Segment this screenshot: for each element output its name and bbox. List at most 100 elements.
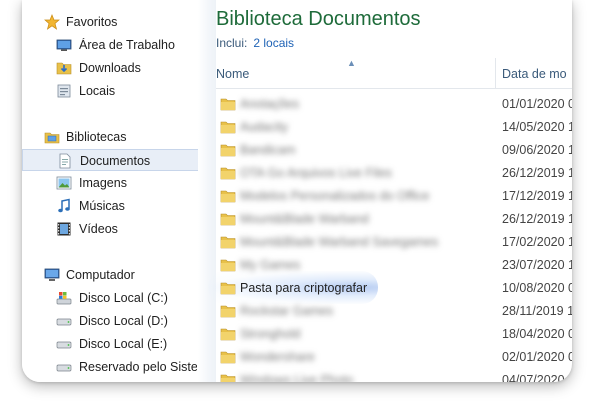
file-name: Audacity [240,120,288,134]
sidebar-item-downloads[interactable]: Downloads [22,57,198,79]
file-name: Wondershare [240,350,315,364]
folder-icon [220,167,236,180]
file-row[interactable]: Pasta para criptografar 10/08/2020 0 [208,271,572,304]
nav-group-computer[interactable]: Computador [22,264,198,286]
sidebar-item-documents[interactable]: Documentos [22,149,198,171]
file-name: Anotações [240,97,300,111]
sidebar-item-drive-d[interactable]: Disco Local (D:) [22,310,198,332]
file-row[interactable]: Rockstar Games 28/11/2019 1 [216,300,572,323]
desktop-icon [56,39,72,51]
sidebar-item-label: Área de Trabalho [79,38,175,52]
file-date: 26/12/2019 1 [502,166,572,180]
sidebar-item-reserved[interactable]: Reservado pelo Sistema [22,356,198,378]
file-name: Stronghold [240,327,301,341]
includes-label: Inclui: [216,36,248,50]
file-date: 17/12/2019 1 [502,189,572,203]
sidebar-item-label: Disco Local (C:) [79,291,168,305]
file-row[interactable]: Mount&Blade Warband 26/12/2019 1 [216,208,572,231]
file-date: 10/08/2020 0 [502,281,572,295]
sidebar-item-label: Downloads [79,61,141,75]
folder-icon [220,144,236,157]
explorer-window: Favoritos Área de Trabalho Downloads Loc… [22,0,572,382]
column-separator[interactable] [495,58,496,88]
folder-icon [220,305,236,318]
file-row[interactable]: Anotações 01/01/2020 0 [216,93,572,116]
folder-icon [220,213,236,226]
folder-icon [220,98,236,111]
file-row[interactable]: Wondershare 02/01/2020 0 [216,346,572,369]
sidebar-item-label: Vídeos [79,222,118,236]
music-icon [58,198,70,213]
nav-group-label: Computador [66,268,135,282]
sidebar-item-music[interactable]: Músicas [22,195,198,217]
folder-icon [220,236,236,249]
file-date: 28/11/2019 1 [502,304,572,318]
downloads-folder-icon [56,62,72,75]
file-name: Rockstar Games [240,304,334,318]
nav-group-libraries[interactable]: Bibliotecas [22,126,198,148]
folder-icon [220,121,236,134]
library-title: Biblioteca Documentos [216,8,421,30]
file-row[interactable]: Windows Live Photo 04/07/2020 [216,369,572,382]
file-row[interactable]: OTA Go Arquivos Live Files 26/12/2019 1 [216,162,572,185]
navigation-pane: Favoritos Área de Trabalho Downloads Loc… [22,0,198,382]
computer-icon [44,268,60,281]
file-row[interactable]: Modelos Personalizados do Office 17/12/20… [216,185,572,208]
file-name: Windows Live Photo [240,373,354,382]
folder-icon [220,190,236,203]
column-header-date[interactable]: Data de mo [502,67,567,81]
file-name: Mount&Blade Warband [240,212,369,226]
folder-icon [220,351,236,364]
sort-ascending-icon: ▲ [347,58,356,68]
folder-icon [220,374,236,382]
documents-icon [59,153,71,169]
file-date: 17/02/2020 1 [502,235,572,249]
sidebar-item-drive-e[interactable]: Disco Local (E:) [22,333,198,355]
sidebar-item-label: Músicas [79,199,125,213]
nav-group-label: Favoritos [66,15,118,29]
file-date: 18/04/2020 0 [502,327,572,341]
column-header-row: ▲ Nome Data de mo [216,58,572,89]
sidebar-item-label: Locais [79,84,116,98]
file-row[interactable]: Mount&Blade Warband Savegames 17/02/2020 … [216,231,572,254]
file-name: OTA Go Arquivos Live Files [240,166,392,180]
folder-icon [220,328,236,341]
sidebar-item-label: Imagens [79,176,127,190]
sidebar-item-videos[interactable]: Vídeos [22,218,198,240]
pane-divider[interactable] [198,0,216,382]
file-name: My Games [240,258,301,272]
file-name: Pasta para criptografar [240,281,368,295]
drive-icon [56,364,72,372]
file-row[interactable]: Stronghold 18/04/2020 0 [216,323,572,346]
file-row[interactable]: Audacity 14/05/2020 1 [216,116,572,139]
sidebar-item-label: Reservado pelo Sistema [79,360,197,374]
includes-locations-link[interactable]: 2 locais [253,36,294,50]
star-icon [44,14,60,30]
file-name: Modelos Personalizados do Office [240,189,430,203]
folder-icon [220,282,236,295]
pictures-icon [56,176,72,190]
sidebar-item-label: Disco Local (D:) [79,314,168,328]
recent-places-icon [57,84,71,98]
column-header-name[interactable]: Nome [216,67,249,81]
file-date: 09/06/2020 1 [502,143,572,157]
file-date: 23/07/2020 1 [502,258,572,272]
sidebar-item-desktop[interactable]: Área de Trabalho [22,34,198,56]
sidebar-item-drive-c[interactable]: Disco Local (C:) [22,287,198,309]
system-drive-icon [56,292,72,305]
file-date: 01/01/2020 0 [502,97,572,111]
file-date: 04/07/2020 [502,373,565,382]
file-row[interactable]: Bandicam 09/06/2020 1 [216,139,572,162]
file-name: Mount&Blade Warband Savegames [240,235,439,249]
sidebar-item-recent-places[interactable]: Locais [22,80,198,102]
nav-group-label: Bibliotecas [66,130,127,144]
nav-group-favorites[interactable]: Favoritos [22,11,198,33]
drive-icon [56,318,72,326]
sidebar-item-label: Disco Local (E:) [79,337,168,351]
libraries-icon [44,132,60,144]
drive-icon [56,341,72,349]
file-date: 14/05/2020 1 [502,120,572,134]
sidebar-item-pictures[interactable]: Imagens [22,172,198,194]
file-name: Bandicam [240,143,296,157]
library-includes: Inclui: 2 locais [216,36,294,50]
